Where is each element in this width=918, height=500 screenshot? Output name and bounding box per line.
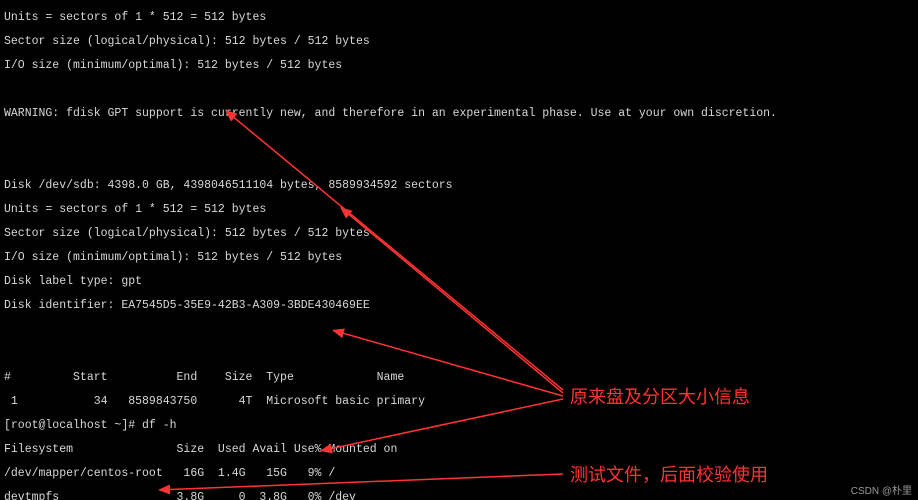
term-line: Sector size (logical/physical): 512 byte… bbox=[4, 228, 914, 240]
term-line: Disk /dev/sdb: 4398.0 GB, 4398046511104 … bbox=[4, 180, 914, 192]
watermark: CSDN @朴里 bbox=[851, 486, 912, 498]
term-line bbox=[4, 156, 914, 168]
term-line: Units = sectors of 1 * 512 = 512 bytes bbox=[4, 12, 914, 24]
term-line: I/O size (minimum/optimal): 512 bytes / … bbox=[4, 252, 914, 264]
term-line: devtmpfs 3.8G 0 3.8G 0% /dev bbox=[4, 492, 914, 500]
terminal-output[interactable]: Units = sectors of 1 * 512 = 512 bytes S… bbox=[0, 0, 918, 500]
term-line: # Start End Size Type Name bbox=[4, 372, 914, 384]
term-line bbox=[4, 324, 914, 336]
term-line: Disk identifier: EA7545D5-35E9-42B3-A309… bbox=[4, 300, 914, 312]
term-line: 1 34 8589843750 4T Microsoft basic prima… bbox=[4, 396, 914, 408]
term-line: Disk label type: gpt bbox=[4, 276, 914, 288]
term-line bbox=[4, 348, 914, 360]
term-line bbox=[4, 84, 914, 96]
term-line: Units = sectors of 1 * 512 = 512 bytes bbox=[4, 204, 914, 216]
term-line: /dev/mapper/centos-root 16G 1.4G 15G 9% … bbox=[4, 468, 914, 480]
term-line: [root@localhost ~]# df -h bbox=[4, 420, 914, 432]
annotation-label-testfile: 测试文件，后面校验使用 bbox=[570, 464, 768, 486]
term-line: Sector size (logical/physical): 512 byte… bbox=[4, 36, 914, 48]
term-line: Filesystem Size Used Avail Use% Mounted … bbox=[4, 444, 914, 456]
term-line bbox=[4, 132, 914, 144]
annotation-label-disksize: 原来盘及分区大小信息 bbox=[570, 386, 750, 408]
term-line: WARNING: fdisk GPT support is currently … bbox=[4, 108, 914, 120]
term-line: I/O size (minimum/optimal): 512 bytes / … bbox=[4, 60, 914, 72]
